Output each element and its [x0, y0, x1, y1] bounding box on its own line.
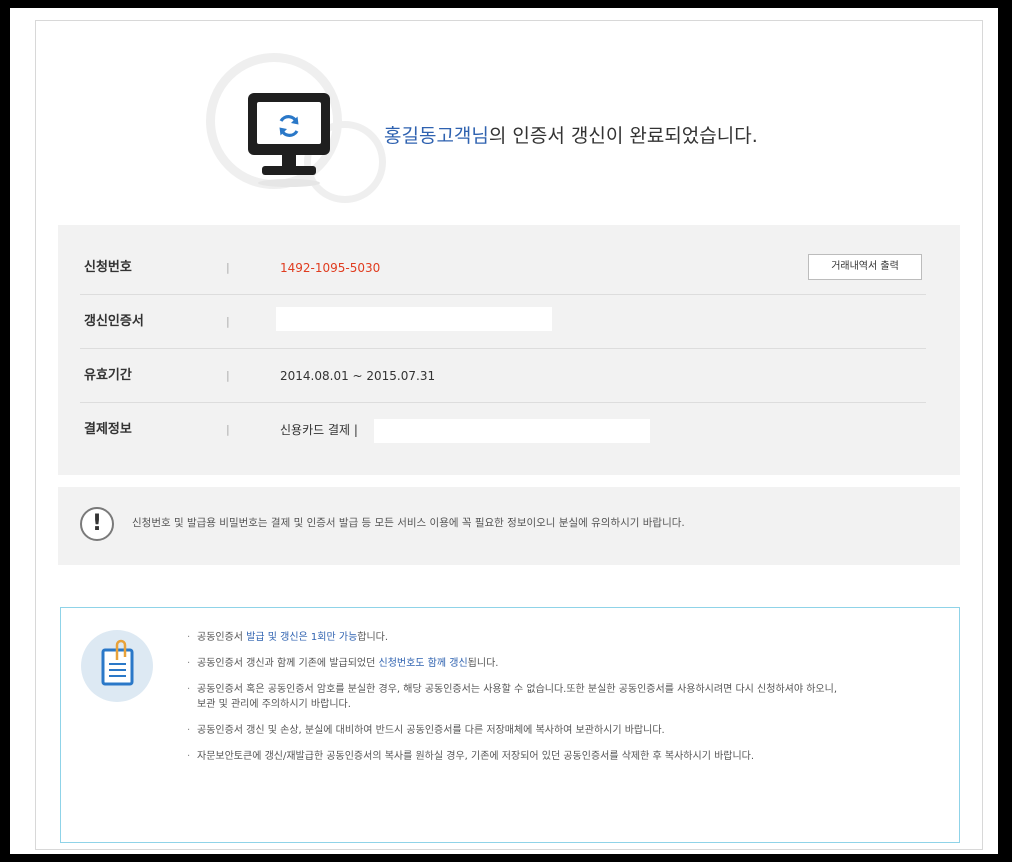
row-label: 유효기간 [84, 368, 132, 383]
guide-item: 공동인증서 발급 및 갱신은 1회만 가능합니다. [187, 630, 837, 645]
payment-info: 신용카드 결제 | [280, 423, 358, 437]
guide-item: 공동인증서 갱신 및 손상, 분실에 대비하여 반드시 공동인증서를 다른 저장… [187, 723, 837, 738]
row-label: 신청번호 [84, 260, 132, 275]
print-transaction-button[interactable]: 거래내역서 출력 [808, 254, 922, 280]
row-separator: | [226, 261, 230, 274]
notice-text: 신청번호 및 발급용 비밀번호는 결제 및 인증서 발급 등 모든 서비스 이용… [132, 517, 685, 529]
row-separator: | [226, 369, 230, 382]
customer-name: 홍길동고객님 [384, 125, 489, 147]
completion-header: 홍길동고객님의 인증서 갱신이 완료되었습니다. [36, 21, 982, 221]
exclamation-icon: ! [80, 507, 114, 541]
row-label: 결제정보 [84, 422, 132, 437]
completion-message: 홍길동고객님의 인증서 갱신이 완료되었습니다. [384, 121, 758, 148]
clipboard-icon [101, 639, 134, 686]
guide-list: 공동인증서 발급 및 갱신은 1회만 가능합니다. 공동인증서 갱신과 함께 기… [187, 630, 837, 775]
completion-message-text: 의 인증서 갱신이 완료되었습니다. [488, 125, 758, 147]
guide-item: 공동인증서 갱신과 함께 기존에 발급되었던 신청번호도 함께 갱신됩니다. [187, 656, 837, 671]
row-payment-info: 결제정보 | 신용카드 결제 | [80, 403, 926, 457]
guide-badge [81, 630, 153, 702]
guide-box: 공동인증서 발급 및 갱신은 1회만 가능합니다. 공동인증서 갱신과 함께 기… [60, 607, 960, 843]
screenshot-frame: 홍길동고객님의 인증서 갱신이 완료되었습니다. 신청번호 | 1492-109… [10, 8, 998, 854]
row-validity-period: 유효기간 | 2014.08.01 ~ 2015.07.31 [80, 349, 926, 403]
row-separator: | [226, 423, 230, 436]
guide-item: 자문보안토큰에 갱신/재발급한 공동인증서의 복사를 원하실 경우, 기존에 저… [187, 749, 837, 764]
redacted-area [276, 307, 552, 331]
validity-period: 2014.08.01 ~ 2015.07.31 [280, 369, 436, 383]
renewal-complete-panel: 홍길동고객님의 인증서 갱신이 완료되었습니다. 신청번호 | 1492-109… [35, 20, 983, 850]
renewal-info-table: 신청번호 | 1492-1095-5030 거래내역서 출력 갱신인증서 | 유… [58, 225, 960, 475]
row-separator: | [226, 315, 230, 328]
row-label: 갱신인증서 [84, 314, 144, 329]
guide-item: 공동인증서 혹은 공동인증서 암호를 분실한 경우, 해당 공동인증서는 사용할… [187, 682, 837, 712]
refresh-icon [279, 115, 299, 137]
row-renewed-certificate: 갱신인증서 | [80, 295, 926, 349]
redacted-area [374, 419, 650, 443]
row-application-number: 신청번호 | 1492-1095-5030 거래내역서 출력 [80, 241, 926, 295]
notice-box: ! 신청번호 및 발급용 비밀번호는 결제 및 인증서 발급 등 모든 서비스 … [58, 487, 960, 565]
monitor-refresh-icon [248, 93, 330, 193]
application-number: 1492-1095-5030 [280, 261, 381, 275]
